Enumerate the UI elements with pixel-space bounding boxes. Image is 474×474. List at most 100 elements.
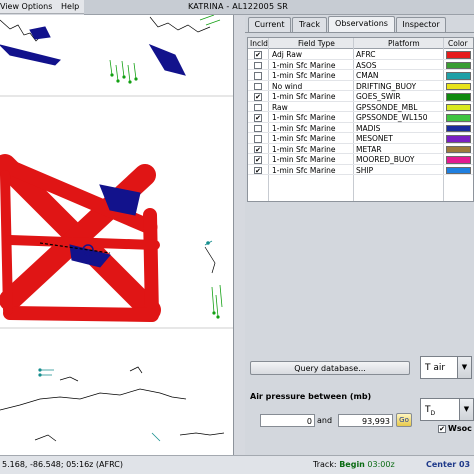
tab-current[interactable]: Current (248, 17, 291, 32)
platform-cell: DRIFTING_BUOY (356, 81, 417, 91)
field-type-cell[interactable]: 1-min Sfc Marine (272, 145, 336, 154)
field-type-cell[interactable]: 1-min Sfc Marine (272, 61, 336, 70)
platform-cell: MADIS (356, 123, 381, 133)
query-database-button[interactable]: Query database... (250, 361, 410, 375)
field-type-cell[interactable]: 1-min Sfc Marine (272, 92, 336, 101)
center-label: Center (426, 460, 457, 469)
color-swatch[interactable] (446, 166, 471, 174)
table-row[interactable]: ✔ 1-min Sfc Marine GOES_SWIR (248, 92, 473, 102)
table-row[interactable]: ✔ 1-min Sfc Marine SHIP (248, 165, 473, 175)
track-info: Track: Begin 03:00z (313, 460, 395, 469)
color-swatch[interactable] (446, 72, 471, 80)
map-canvas[interactable] (0, 15, 234, 455)
header-field-type[interactable]: Field Type (298, 39, 335, 48)
platform-cell: CMAN (356, 71, 379, 80)
table-row[interactable]: ✔ 1-min Sfc Marine METAR (248, 145, 473, 154)
field-type-cell[interactable]: No wind (272, 82, 302, 91)
color-swatch[interactable] (446, 103, 471, 111)
red-swath-group (0, 154, 161, 322)
include-checkbox[interactable] (254, 61, 262, 69)
include-checkbox[interactable]: ✔ (254, 114, 262, 122)
table-row[interactable]: 1-min Sfc Marine ASOS (248, 61, 473, 70)
platform-cell: SHIP (356, 165, 374, 175)
include-checkbox[interactable] (254, 82, 262, 90)
field-type-cell[interactable]: 1-min Sfc Marine (272, 166, 336, 175)
chevron-down-icon[interactable]: ▼ (457, 357, 471, 378)
table-row[interactable]: 1-min Sfc Marine MADIS (248, 123, 473, 133)
table-row[interactable]: No wind DRIFTING_BUOY (248, 81, 473, 91)
field-type-cell[interactable]: 1-min Sfc Marine (272, 71, 336, 80)
tab-observations[interactable]: Observations (328, 16, 395, 32)
table-row[interactable]: ✔ 1-min Sfc Marine GPSSONDE_WL150 (248, 113, 473, 123)
swath-bottom-edge (3, 306, 157, 322)
observations-table: Incld Field Type Platform Color ✔ Adj Raw… (247, 37, 474, 202)
td-dropdown[interactable]: TD ▼ (420, 398, 474, 421)
include-checkbox[interactable]: ✔ (254, 156, 262, 164)
include-checkbox[interactable] (254, 135, 262, 143)
platform-cell: MESONET (356, 134, 393, 143)
center-value: 03 (458, 460, 471, 469)
color-swatch[interactable] (446, 114, 471, 122)
tab-inspector[interactable]: Inspector (396, 17, 446, 32)
include-checkbox[interactable] (254, 124, 262, 132)
tair-dropdown[interactable]: T air ▼ (420, 356, 472, 379)
menu-view-options[interactable]: View Options (0, 2, 52, 11)
field-type-cell[interactable]: 1-min Sfc Marine (272, 134, 336, 143)
map-view[interactable] (0, 15, 234, 455)
field-type-cell[interactable]: 1-min Sfc Marine (272, 124, 336, 133)
swath-right-edge (143, 208, 159, 322)
color-swatch[interactable] (446, 135, 471, 143)
color-swatch[interactable] (446, 145, 471, 153)
include-checkbox[interactable] (254, 103, 262, 111)
wsoc-check-icon[interactable]: ✔ (438, 424, 446, 433)
field-type-cell[interactable]: Adj Raw (272, 50, 302, 59)
menu-help[interactable]: Help (61, 2, 79, 11)
field-type-cell[interactable]: 1-min Sfc Marine (272, 155, 336, 164)
tab-underline (245, 32, 474, 33)
table-header: Incld Field Type Platform Color (248, 38, 473, 49)
green-obs-barbs-ne (199, 15, 221, 26)
teal-obs-barbs-s (40, 369, 54, 376)
platform-cell: MOORED_BUOY (356, 155, 415, 164)
go-button[interactable]: Go (396, 413, 412, 427)
wsoc-label: Wsoc (448, 424, 472, 433)
coastline-group (0, 16, 225, 442)
pressure-max-field[interactable]: 93,993 (338, 414, 393, 427)
header-incl[interactable]: Incld (250, 39, 268, 48)
include-checkbox[interactable]: ✔ (254, 166, 262, 174)
color-swatch[interactable] (446, 82, 471, 90)
color-swatch[interactable] (446, 51, 471, 59)
coastline-east (204, 246, 216, 274)
wsoc-checkbox[interactable]: ✔ Wsoc (438, 424, 472, 433)
field-type-cell[interactable]: Raw (272, 103, 288, 112)
begin-label: Begin (339, 460, 365, 469)
table-row[interactable]: ✔ 1-min Sfc Marine MOORED_BUOY (248, 155, 473, 165)
color-swatch[interactable] (446, 124, 471, 132)
begin-value: 03:00z (367, 460, 395, 469)
and-label: and (317, 416, 333, 425)
table-row[interactable]: 1-min Sfc Marine CMAN (248, 71, 473, 81)
chevron-down-icon[interactable]: ▼ (459, 399, 473, 420)
platform-cell: GPSSONDE_WL150 (356, 113, 428, 122)
field-type-cell[interactable]: 1-min Sfc Marine (272, 113, 336, 122)
td-dropdown-value: TD (425, 405, 435, 417)
table-row[interactable]: Raw GPSSONDE_MBL (248, 103, 473, 112)
header-color[interactable]: Color (448, 39, 468, 48)
include-checkbox[interactable]: ✔ (254, 93, 262, 101)
include-checkbox[interactable]: ✔ (254, 145, 262, 153)
include-checkbox[interactable]: ✔ (254, 51, 262, 59)
coastline-island-2 (129, 366, 143, 374)
header-platform[interactable]: Platform (388, 39, 420, 48)
title-bar: KATRINA - AL122005 SR (84, 0, 474, 15)
include-checkbox[interactable] (254, 72, 262, 80)
table-row[interactable]: ✔ Adj Raw AFRC (248, 50, 473, 60)
color-swatch[interactable] (446, 93, 471, 101)
tab-track[interactable]: Track (292, 17, 327, 32)
pressure-min-field[interactable]: 0 (260, 414, 315, 427)
cursor-coordinates: 5.168, -86.548; 05:16z (AFRC) (2, 460, 123, 469)
window-title: KATRINA - AL122005 SR (188, 2, 289, 11)
table-row[interactable]: 1-min Sfc Marine MESONET (248, 134, 473, 144)
color-swatch[interactable] (446, 61, 471, 69)
swath-mid-band (5, 235, 160, 250)
color-swatch[interactable] (446, 156, 471, 164)
